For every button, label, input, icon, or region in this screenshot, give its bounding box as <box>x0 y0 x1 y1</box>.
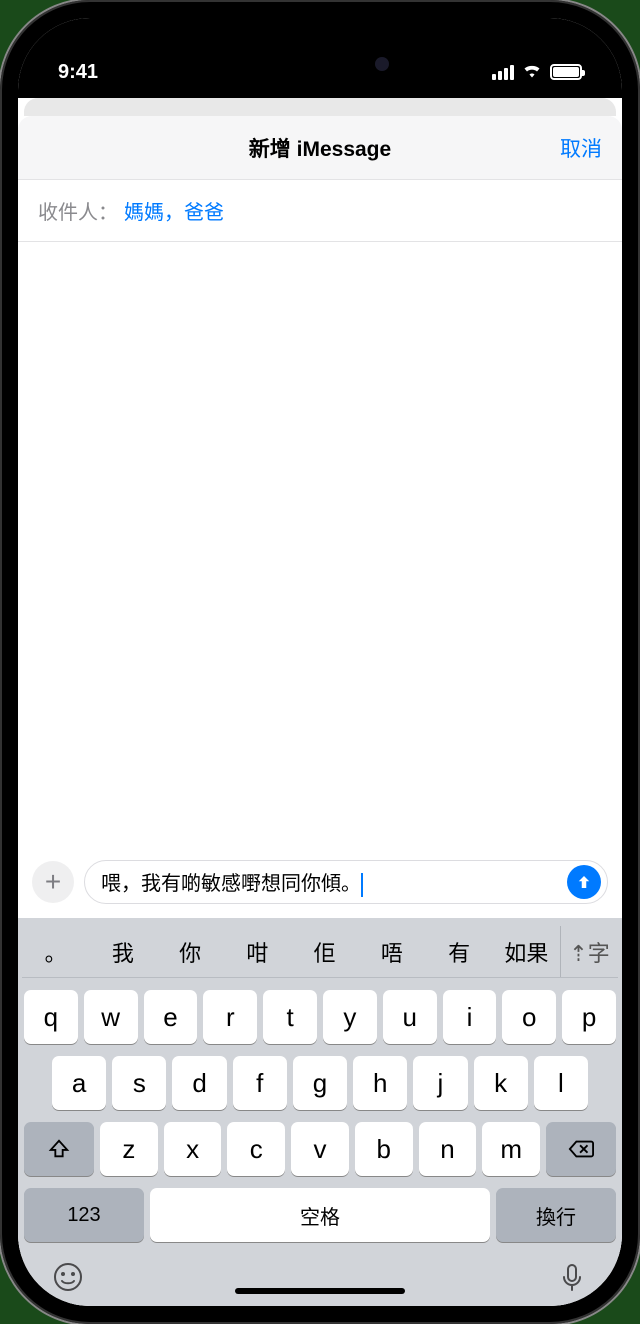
cellular-signal-icon <box>492 64 514 80</box>
key-e[interactable]: e <box>144 990 198 1044</box>
key-y[interactable]: y <box>323 990 377 1044</box>
message-input[interactable]: 喂，我有啲敏感嘢想同你傾。 <box>101 867 567 897</box>
key-g[interactable]: g <box>293 1056 347 1110</box>
key-t[interactable]: t <box>263 990 317 1044</box>
compose-modal: 新增 iMessage 取消 收件人： 媽媽，爸爸 + 喂，我有啲敏感嘢想同你傾… <box>18 116 622 1306</box>
modal-backdrop <box>24 98 616 116</box>
candidate-2[interactable]: 你 <box>157 936 224 968</box>
battery-icon <box>550 64 582 80</box>
key-z[interactable]: z <box>100 1122 158 1176</box>
candidate-5[interactable]: 唔 <box>358 936 425 968</box>
key-f[interactable]: f <box>233 1056 287 1110</box>
candidate-6[interactable]: 有 <box>426 936 493 968</box>
key-d[interactable]: d <box>172 1056 226 1110</box>
key-h[interactable]: h <box>353 1056 407 1110</box>
key-l[interactable]: l <box>534 1056 588 1110</box>
key-b[interactable]: b <box>355 1122 413 1176</box>
recipients-field[interactable]: 收件人： 媽媽，爸爸 <box>18 180 622 242</box>
key-j[interactable]: j <box>413 1056 467 1110</box>
recipients-label: 收件人： <box>38 196 118 225</box>
wifi-icon <box>522 61 542 84</box>
keyboard-row-1: q w e r t y u i o p <box>22 978 618 1044</box>
recipients-list[interactable]: 媽媽，爸爸 <box>124 196 224 225</box>
candidate-bar: 。 我 你 咁 佢 唔 有 如果 ⇡字 <box>22 926 618 978</box>
emoji-button[interactable] <box>52 1261 84 1298</box>
status-time: 9:41 <box>58 61 98 84</box>
key-q[interactable]: q <box>24 990 78 1044</box>
candidate-3[interactable]: 咁 <box>224 936 291 968</box>
cancel-button[interactable]: 取消 <box>560 133 602 163</box>
shift-key[interactable] <box>24 1122 94 1176</box>
key-o[interactable]: o <box>502 990 556 1044</box>
add-attachment-button[interactable]: + <box>32 861 74 903</box>
candidate-7[interactable]: 如果 <box>493 936 560 968</box>
candidate-1[interactable]: 我 <box>89 936 156 968</box>
home-indicator[interactable] <box>235 1288 405 1294</box>
space-key[interactable]: 空格 <box>150 1188 490 1242</box>
message-input-container: 喂，我有啲敏感嘢想同你傾。 <box>84 860 608 904</box>
key-k[interactable]: k <box>474 1056 528 1110</box>
keyboard-row-2: a s d f g h j k l <box>22 1044 618 1110</box>
key-x[interactable]: x <box>164 1122 222 1176</box>
key-a[interactable]: a <box>52 1056 106 1110</box>
dynamic-island <box>235 42 405 86</box>
key-p[interactable]: p <box>562 990 616 1044</box>
keyboard-row-4: 123 空格 換行 <box>22 1176 618 1242</box>
keyboard-row-3: z x c v b n m <box>22 1110 618 1176</box>
return-key[interactable]: 換行 <box>496 1188 616 1242</box>
dictation-button[interactable] <box>556 1261 588 1298</box>
key-s[interactable]: s <box>112 1056 166 1110</box>
modal-title: 新增 iMessage <box>249 133 391 163</box>
keyboard: 。 我 你 咁 佢 唔 有 如果 ⇡字 q w e r t y <box>18 918 622 1306</box>
candidate-0[interactable]: 。 <box>22 936 89 968</box>
conversation-area[interactable] <box>18 242 622 850</box>
key-u[interactable]: u <box>383 990 437 1044</box>
numbers-key[interactable]: 123 <box>24 1188 144 1242</box>
key-v[interactable]: v <box>291 1122 349 1176</box>
key-i[interactable]: i <box>443 990 497 1044</box>
modal-header: 新增 iMessage 取消 <box>18 116 622 180</box>
key-r[interactable]: r <box>203 990 257 1044</box>
delete-key[interactable] <box>546 1122 616 1176</box>
key-c[interactable]: c <box>227 1122 285 1176</box>
candidate-expand-button[interactable]: ⇡字 <box>560 926 618 977</box>
keyboard-toolbar <box>22 1242 618 1306</box>
send-button[interactable] <box>567 865 601 899</box>
key-w[interactable]: w <box>84 990 138 1044</box>
compose-row: + 喂，我有啲敏感嘢想同你傾。 <box>18 850 622 918</box>
candidate-4[interactable]: 佢 <box>291 936 358 968</box>
key-n[interactable]: n <box>419 1122 477 1176</box>
key-m[interactable]: m <box>482 1122 540 1176</box>
